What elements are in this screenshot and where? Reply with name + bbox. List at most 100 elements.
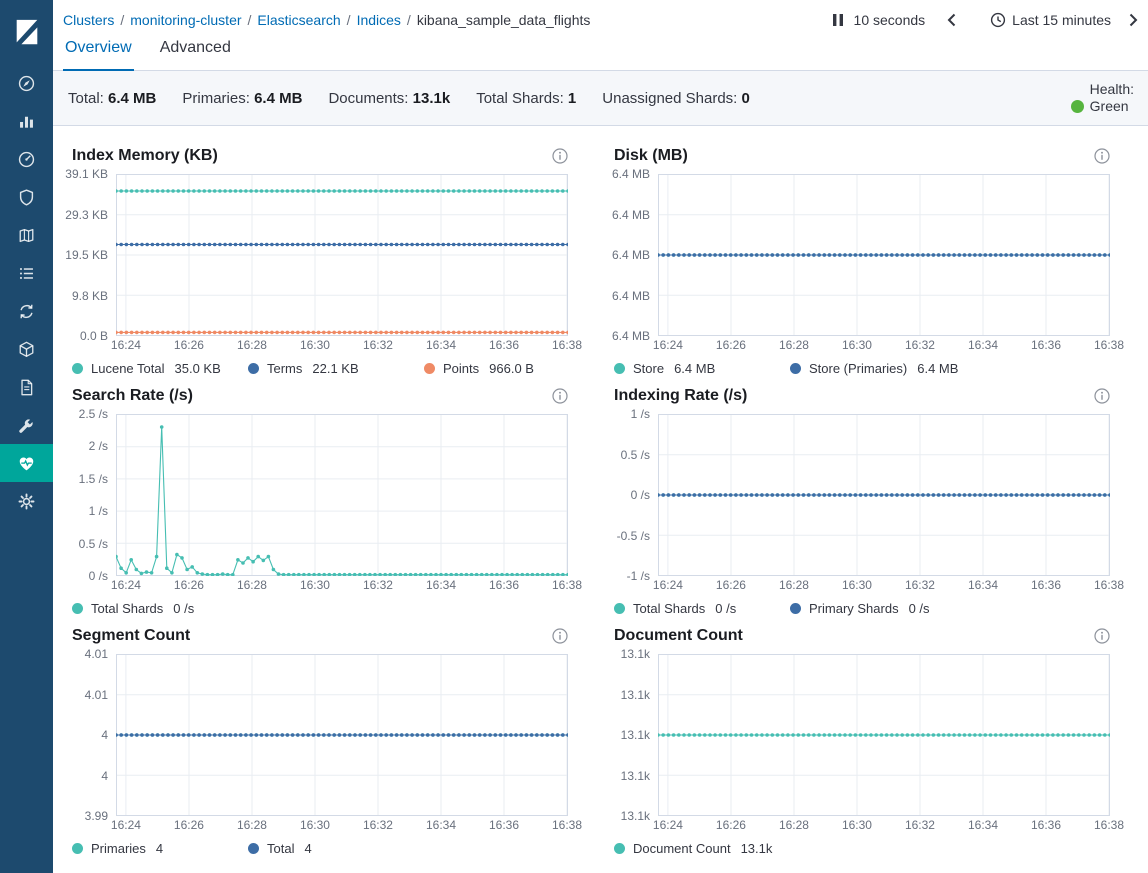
x-axis-label: 16:38	[552, 338, 582, 352]
refresh-interval-button[interactable]: 10 seconds	[854, 12, 926, 28]
y-axis-label: 1 /s	[89, 505, 108, 517]
summary-value: 0	[742, 90, 750, 107]
sidebar-item-management[interactable]	[0, 482, 53, 520]
chart-body: 6.4 MB6.4 MB6.4 MB6.4 MB6.4 MB 16:2416:2…	[614, 174, 1110, 354]
sidebar-item-maps[interactable]	[0, 216, 53, 254]
x-axis-label: 16:32	[363, 818, 393, 832]
chart-plot[interactable]	[658, 654, 1110, 816]
legend-dot	[614, 363, 625, 374]
legend-dot	[248, 843, 259, 854]
legend-dot	[72, 603, 83, 614]
x-axis-label: 16:28	[779, 818, 809, 832]
x-axis-label: 16:30	[300, 818, 330, 832]
x-axis-label: 16:36	[489, 818, 519, 832]
summary-total: Total: 6.4 MB	[68, 90, 156, 107]
sidebar-item-dev-tools[interactable]	[0, 406, 53, 444]
legend-item: Primaries4	[72, 841, 248, 856]
tab-advanced[interactable]: Advanced	[158, 32, 233, 70]
legend-series-value: 35.0 KB	[175, 361, 221, 376]
breadcrumb-link-indices[interactable]: Indices	[357, 12, 401, 28]
chart-panel: Segment Count 3.99444.014.01 16:2416:261…	[72, 626, 568, 858]
legend-series-name: Store	[633, 361, 664, 376]
x-axis-label: 16:32	[905, 818, 935, 832]
legend-dot	[248, 363, 259, 374]
x-axis-label: 16:36	[1031, 338, 1061, 352]
tab-overview[interactable]: Overview	[63, 32, 134, 71]
y-axis: 6.4 MB6.4 MB6.4 MB6.4 MB6.4 MB	[614, 174, 658, 336]
legend-dot	[790, 363, 801, 374]
legend-item: Document Count13.1k	[614, 841, 790, 856]
x-axis: 16:2416:2616:2816:3016:3216:3416:3616:38	[658, 818, 1110, 834]
app-root: Clusters/monitoring-cluster/Elasticsearc…	[0, 0, 1148, 873]
x-axis-label: 16:30	[842, 818, 872, 832]
legend-series-name: Store (Primaries)	[809, 361, 907, 376]
legend-item: Terms22.1 KB	[248, 361, 424, 376]
summary-label: Unassigned Shards:	[602, 90, 737, 107]
breadcrumb-link-elasticsearch[interactable]: Elasticsearch	[257, 12, 340, 28]
y-axis-label: 39.1 KB	[65, 168, 108, 180]
breadcrumb-separator: /	[407, 12, 411, 28]
sidebar-item-visualize[interactable]	[0, 102, 53, 140]
x-axis-label: 16:28	[237, 578, 267, 592]
x-axis-label: 16:32	[905, 338, 935, 352]
info-icon[interactable]	[1094, 148, 1110, 164]
sidebar-item-monitoring[interactable]	[0, 444, 53, 482]
info-icon[interactable]	[1094, 388, 1110, 404]
x-axis-label: 16:32	[905, 578, 935, 592]
chart-plot[interactable]	[116, 174, 568, 336]
sidebar-item-siem[interactable]	[0, 178, 53, 216]
health-indicator: Health: Green	[1071, 81, 1134, 115]
info-icon[interactable]	[1094, 628, 1110, 644]
pause-refresh-button[interactable]	[832, 13, 844, 27]
info-icon[interactable]	[552, 388, 568, 404]
chart-plot[interactable]	[116, 654, 568, 816]
x-axis-label: 16:28	[779, 338, 809, 352]
x-axis-label: 16:24	[653, 818, 683, 832]
x-axis-label: 16:28	[237, 338, 267, 352]
legend-series-name: Total Shards	[91, 601, 163, 616]
x-axis: 16:2416:2616:2816:3016:3216:3416:3616:38	[116, 338, 568, 354]
chart-legend: Total Shards0 /s	[72, 598, 568, 618]
y-axis: 13.1k13.1k13.1k13.1k13.1k	[614, 654, 658, 816]
chart-plot[interactable]	[658, 414, 1110, 576]
chart-plot[interactable]	[116, 414, 568, 576]
summary-documents: Documents: 13.1k	[328, 90, 450, 107]
sidebar-item-discover[interactable]	[0, 64, 53, 102]
info-icon[interactable]	[552, 628, 568, 644]
chart-header: Segment Count	[72, 626, 568, 646]
y-axis-label: 9.8 KB	[72, 290, 108, 302]
x-axis: 16:2416:2616:2816:3016:3216:3416:3616:38	[116, 818, 568, 834]
chart-panel: Search Rate (/s) 0 /s0.5 /s1 /s1.5 /s2 /…	[72, 386, 568, 618]
sidebar-item-apm[interactable]	[0, 292, 53, 330]
legend-series-value: 6.4 MB	[674, 361, 715, 376]
x-axis-label: 16:38	[1094, 338, 1124, 352]
chart-plot[interactable]	[658, 174, 1110, 336]
y-axis-label: 0.0 B	[80, 330, 108, 342]
list-icon	[17, 264, 36, 283]
y-axis-label: 6.4 MB	[612, 330, 650, 342]
breadcrumb-link-clusters[interactable]: Clusters	[63, 12, 114, 28]
y-axis-label: 4.01	[85, 689, 108, 701]
legend-item: Points966.0 B	[424, 361, 600, 376]
sidebar-item-logs[interactable]	[0, 254, 53, 292]
legend-series-name: Primary Shards	[809, 601, 899, 616]
info-icon[interactable]	[552, 148, 568, 164]
sidebar-item-dashboard[interactable]	[0, 140, 53, 178]
x-axis-label: 16:38	[552, 578, 582, 592]
sidebar-item-infrastructure[interactable]	[0, 330, 53, 368]
kibana-logo[interactable]	[0, 0, 53, 64]
chart-title: Search Rate (/s)	[72, 386, 193, 406]
y-axis-label: 0 /s	[631, 489, 650, 501]
legend-series-name: Lucene Total	[91, 361, 165, 376]
cube-icon	[17, 340, 36, 359]
sidebar-item-reports[interactable]	[0, 368, 53, 406]
y-axis-label: -0.5 /s	[617, 530, 650, 542]
legend-item: Primary Shards0 /s	[790, 601, 966, 616]
chart-title: Indexing Rate (/s)	[614, 386, 747, 406]
breadcrumb-link-cluster[interactable]: monitoring-cluster	[130, 12, 241, 28]
time-back-button[interactable]	[947, 13, 956, 27]
x-axis-label: 16:26	[174, 338, 204, 352]
time-range-button[interactable]: Last 15 minutes	[990, 12, 1111, 28]
x-axis-label: 16:34	[426, 818, 456, 832]
time-forward-button[interactable]	[1129, 13, 1138, 27]
